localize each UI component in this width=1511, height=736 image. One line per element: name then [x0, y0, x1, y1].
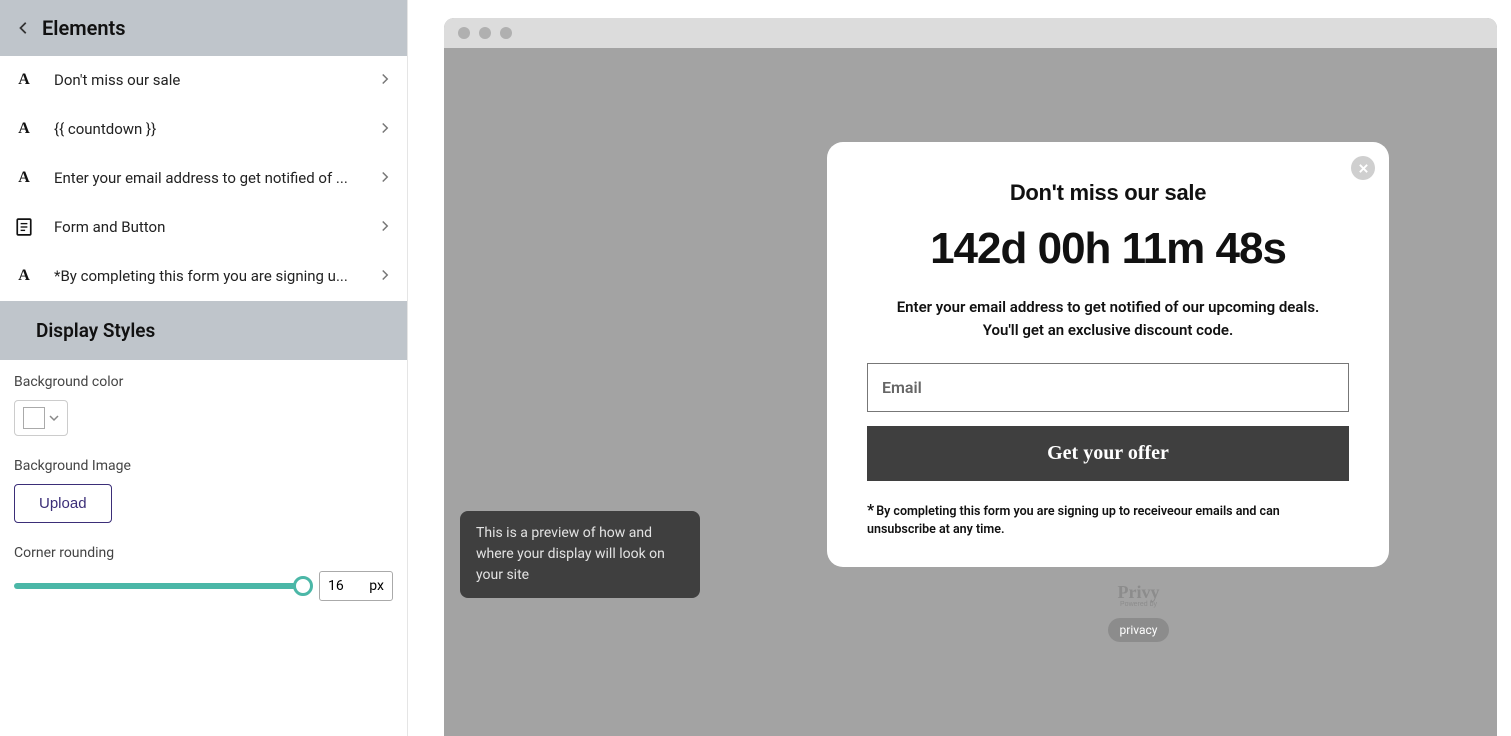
powered-by-label: Powered by	[1118, 601, 1160, 608]
window-dot	[479, 27, 491, 39]
corner-rounding-value[interactable]: 16 px	[319, 571, 393, 601]
bg-color-picker[interactable]	[14, 400, 68, 436]
style-controls: Background color Background Image Upload…	[0, 360, 407, 637]
privy-branding: Privy Powered by	[1118, 583, 1160, 608]
popup-heading: Don't miss our sale	[867, 180, 1349, 206]
element-label: Don't miss our sale	[54, 71, 359, 89]
element-row[interactable]: Form and Button	[0, 203, 407, 252]
slider-thumb[interactable]	[293, 576, 313, 596]
form-icon	[14, 217, 34, 237]
popup-footer: Privy Powered by privacy	[1108, 583, 1170, 642]
privacy-link[interactable]: privacy	[1108, 618, 1170, 642]
element-row[interactable]: A *By completing this form you are signi…	[0, 252, 407, 301]
sidebar: Elements A Don't miss our sale A {{ coun…	[0, 0, 408, 736]
sidebar-title: Elements	[42, 16, 126, 40]
window-dot	[458, 27, 470, 39]
corner-rounding-label: Corner rounding	[14, 545, 393, 561]
chevron-right-icon	[379, 171, 393, 185]
chevron-right-icon	[379, 220, 393, 234]
browser-frame: This is a preview of how and where your …	[444, 18, 1497, 736]
sidebar-header: Elements	[0, 0, 407, 56]
corner-rounding-slider[interactable]	[14, 583, 303, 589]
privy-logo: Privy	[1118, 582, 1160, 602]
popup-countdown: 142d 00h 11m 48s	[867, 224, 1349, 274]
element-row[interactable]: A Don't miss our sale	[0, 56, 407, 105]
preview-tooltip: This is a preview of how and where your …	[460, 511, 700, 598]
email-input[interactable]	[867, 363, 1349, 412]
element-row[interactable]: A Enter your email address to get notifi…	[0, 154, 407, 203]
browser-titlebar	[444, 18, 1497, 48]
popup-subtext: Enter your email address to get notified…	[867, 296, 1349, 341]
preview-area: This is a preview of how and where your …	[408, 0, 1511, 736]
chevron-down-icon	[49, 413, 59, 423]
chevron-right-icon	[379, 269, 393, 283]
element-label: Enter your email address to get notified…	[54, 169, 359, 187]
element-label: Form and Button	[54, 218, 359, 236]
text-icon: A	[14, 119, 34, 139]
preview-canvas: This is a preview of how and where your …	[444, 48, 1497, 736]
element-row[interactable]: A {{ countdown }}	[0, 105, 407, 154]
window-dot	[500, 27, 512, 39]
chevron-right-icon	[379, 73, 393, 87]
color-swatch	[23, 407, 45, 429]
popup-fine-print: By completing this form you are signing …	[867, 499, 1349, 539]
close-icon	[1358, 163, 1369, 174]
text-icon: A	[14, 70, 34, 90]
bg-color-label: Background color	[14, 374, 393, 390]
chevron-left-icon	[17, 21, 31, 35]
element-label: *By completing this form you are signing…	[54, 267, 359, 285]
chevron-right-icon	[379, 122, 393, 136]
text-icon: A	[14, 168, 34, 188]
close-button[interactable]	[1351, 156, 1375, 180]
display-styles-header: Display Styles	[0, 301, 407, 360]
corner-value: 16	[328, 578, 344, 594]
corner-unit: px	[369, 578, 384, 594]
bg-image-label: Background Image	[14, 458, 393, 474]
cta-button[interactable]: Get your offer	[867, 426, 1349, 481]
text-icon: A	[14, 266, 34, 286]
element-label: {{ countdown }}	[54, 120, 359, 138]
elements-list: A Don't miss our sale A {{ countdown }} …	[0, 56, 407, 301]
upload-button[interactable]: Upload	[14, 484, 112, 523]
back-button[interactable]	[16, 20, 32, 36]
popup: Don't miss our sale 142d 00h 11m 48s Ent…	[827, 142, 1389, 567]
display-styles-title: Display Styles	[36, 319, 393, 342]
